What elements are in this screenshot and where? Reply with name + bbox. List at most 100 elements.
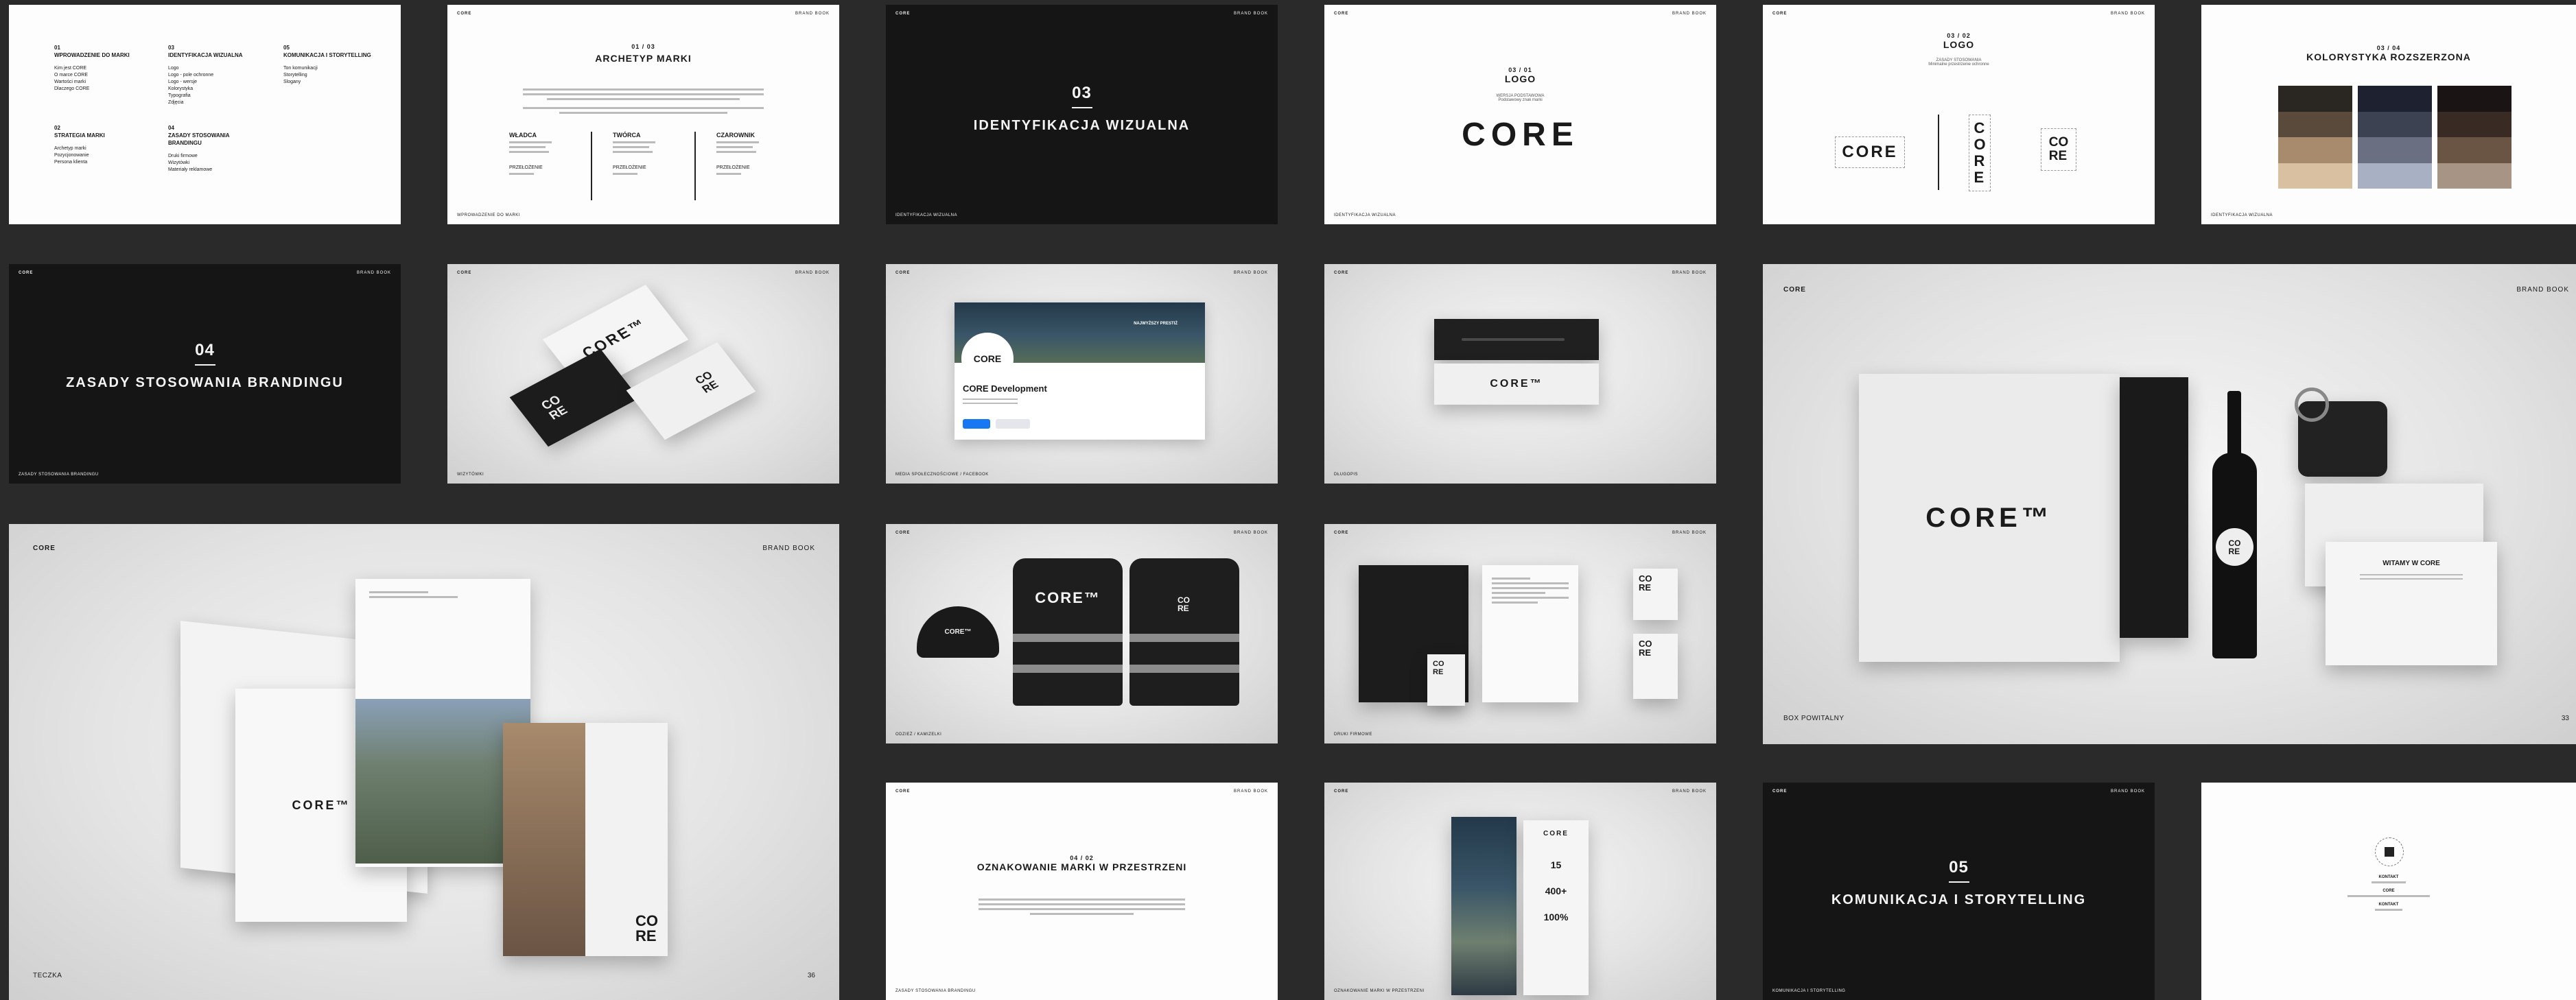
slide-footer: TECZKA (33, 972, 62, 979)
slide-number: 03 / 04 (2376, 45, 2401, 51)
slide-logo-label: CORE (895, 531, 911, 535)
logo-clearspace-horizontal: CORE (1835, 136, 1905, 168)
slide-social-media[interactable]: CORE BRAND BOOK NAJWYŻSZY PRESTIŻ CORE C… (886, 264, 1278, 484)
profile-avatar[interactable]: CORE (961, 333, 1014, 385)
slide-footer: ODZIEŻ / KAMIZELKI (895, 733, 942, 737)
slide-business-cards[interactable]: CORE BRAND BOOK CORE™ CO RE CO RE WIZYTÓWK… (447, 264, 839, 484)
slide-footer: MEDIA SPOŁECZNOŚCIOWE / FACEBOOK (895, 473, 989, 477)
slide-table-of-contents[interactable]: 01 WPROWADZENIE DO MARKI Kim jest CORE O m… (9, 5, 401, 224)
core-logo: CORE (1462, 117, 1579, 153)
slide-number: 03 / 02 (1947, 32, 1971, 39)
slide-logo-label: CORE (895, 271, 911, 275)
color-swatch (2278, 86, 2352, 112)
compliment-card: CO RE (1633, 569, 1678, 620)
toc-section-1: 01 WPROWADZENIE DO MARKI Kim jest CORE O m… (54, 45, 130, 91)
logo-clearspace-square: CO RE (2041, 128, 2076, 171)
vest-front: CORE™ (1013, 558, 1123, 706)
slide-brand-signage[interactable]: CORE BRAND BOOK 04 / 02 OZNAKOWANIE MARK… (886, 783, 1278, 1000)
rollup-banner-photo (1451, 817, 1517, 995)
slide-folder[interactable]: CORE BRAND BOOK CORE™ CO RE TECZKA 36 (9, 524, 839, 1000)
slide-logo-label: CORE (1334, 12, 1349, 16)
slide-header-right: BRAND BOOK (1233, 271, 1268, 275)
contact-company: CORE (2382, 889, 2395, 893)
slide-stationery[interactable]: CORE BRAND BOOK CO RE CO RE CO RE DRUKI FIR… (1324, 524, 1716, 743)
slide-rollup-banners[interactable]: CORE BRAND BOOK CORE 15 400+ 100% OZNAKO… (1324, 783, 1716, 1000)
slide-footer: ZASADY STOSOWANIA BRANDINGU (895, 989, 976, 993)
slide-header-right: BRAND BOOK (1672, 271, 1707, 275)
profile-meta (963, 396, 1018, 407)
slide-logo-label: CORE (1334, 531, 1349, 535)
slide-header-right: BRAND BOOK (356, 271, 391, 275)
slide-logo-label: CORE (1334, 789, 1349, 794)
bottle-label: CO RE (2216, 528, 2253, 566)
color-swatch (2437, 163, 2511, 189)
slide-extended-colors[interactable]: 03 / 04 KOLORYSTYKA ROZSZERZONA IDENTYFI… (2201, 5, 2576, 224)
slide-welcome-box[interactable]: CORE BRAND BOOK CORE™ CO RE WITAMY W CORE… (1763, 264, 2576, 744)
slide-logo[interactable]: CORE BRAND BOOK 03 / 01 LOGO WERSJA PODS… (1324, 5, 1716, 224)
contact-label: KONTAKT (2378, 875, 2399, 879)
slide-logo-label: CORE (19, 271, 34, 275)
letterhead (1482, 565, 1578, 702)
color-swatch (2437, 137, 2511, 163)
logo-clearspace-vertical: CORE (1969, 115, 1991, 191)
profile-name: CORE Development (963, 383, 1047, 394)
slide-header-right: BRAND BOOK (2516, 286, 2569, 294)
section-divider (1948, 881, 1969, 883)
color-palette (2278, 86, 2511, 189)
slide-logo-clearspace[interactable]: CORE BRAND BOOK 03 / 02 LOGO ZASADY STOS… (1763, 5, 2155, 224)
color-swatch (2358, 111, 2432, 137)
slide-footer: WIZYTÓWKI (457, 473, 484, 477)
section-number: 03 (1072, 84, 1092, 102)
slide-number: 03 / 01 (1508, 67, 1532, 73)
slide-logo-label: CORE (895, 12, 911, 16)
page-number: 36 (807, 972, 815, 979)
pen (1462, 338, 1565, 341)
slide-logo-label: CORE (33, 545, 56, 552)
slide-logo-label: CORE (1772, 12, 1788, 16)
slide-footer: KOMUNIKACJA I STORYTELLING (1772, 989, 1846, 993)
slide-header-right: BRAND BOOK (1233, 789, 1268, 794)
archetype-column: TWÓRCA PRZEŁOŻENIE (592, 132, 696, 200)
contact-label: KONTAKT (2378, 903, 2399, 907)
slide-contact[interactable]: KONTAKT CORE KONTAKT (2201, 783, 2576, 1000)
slide-title: LOGO (1504, 73, 1536, 84)
slide-logo-label: CORE (895, 789, 911, 794)
slide-header-right: BRAND BOOK (1233, 531, 1268, 535)
slide-header-right: BRAND BOOK (795, 271, 830, 275)
slide-workwear[interactable]: CORE BRAND BOOK CORE™ CORE™ CO RE ODZIEŻ … (886, 524, 1278, 743)
pen-box: CORE™ (1434, 364, 1599, 405)
slide-section-04[interactable]: CORE BRAND BOOK 04 ZASADY STOSOWANIA BRA… (9, 264, 401, 484)
archetype-column: WŁADCA PRZEŁOŻENIE (489, 132, 592, 200)
archetype-column: CZAROWNIK PRZEŁOŻENIE (696, 132, 798, 200)
slide-number: 04 / 02 (1070, 855, 1094, 861)
pen-box-lid (1434, 319, 1599, 360)
business-card: CO RE (1427, 654, 1465, 706)
welcome-card: WITAMY W CORE (2326, 542, 2497, 665)
envelope-card: CO RE (1633, 634, 1678, 699)
color-swatch (2278, 137, 2352, 163)
slide-pen-box[interactable]: CORE BRAND BOOK CORE™ DŁUGOPIS (1324, 264, 1716, 484)
hard-hat: CORE™ (917, 606, 999, 658)
wine-bottle: CO RE (2212, 391, 2257, 658)
follow-button[interactable] (963, 419, 990, 429)
section-number: 04 (195, 341, 215, 359)
facebook-page-mockup: NAJWYŻSZY PRESTIŻ CORE CORE Development (955, 302, 1205, 440)
slide-title: ARCHETYP MARKI (595, 53, 692, 64)
slide-section-03[interactable]: CORE BRAND BOOK 03 IDENTYFIKACJA WIZUALN… (886, 5, 1278, 224)
intro-paragraph (523, 86, 764, 117)
page-number: 33 (2561, 715, 2569, 722)
slide-logo-label: CORE (1334, 271, 1349, 275)
slide-header-right: BRAND BOOK (1672, 789, 1707, 794)
slide-header-right: BRAND BOOK (1672, 12, 1707, 16)
color-swatch (2278, 111, 2352, 137)
slide-title: LOGO (1943, 39, 1975, 50)
slide-section-05[interactable]: CORE BRAND BOOK 05 KOMUNIKACJA I STORYTE… (1763, 783, 2155, 1000)
slide-title: KOLORYSTYKA ROZSZERZONA (2306, 51, 2471, 62)
slide-header-right: BRAND BOOK (795, 12, 830, 16)
color-swatch (2437, 111, 2511, 137)
section-number: 05 (1949, 858, 1969, 877)
message-button[interactable] (996, 419, 1030, 429)
slide-brand-archetype[interactable]: CORE BRAND BOOK 01 / 03 ARCHETYP MARKI W… (447, 5, 839, 224)
slide-footer: BOX POWITALNY (1783, 715, 1845, 722)
slide-header-right: BRAND BOOK (1672, 531, 1707, 535)
